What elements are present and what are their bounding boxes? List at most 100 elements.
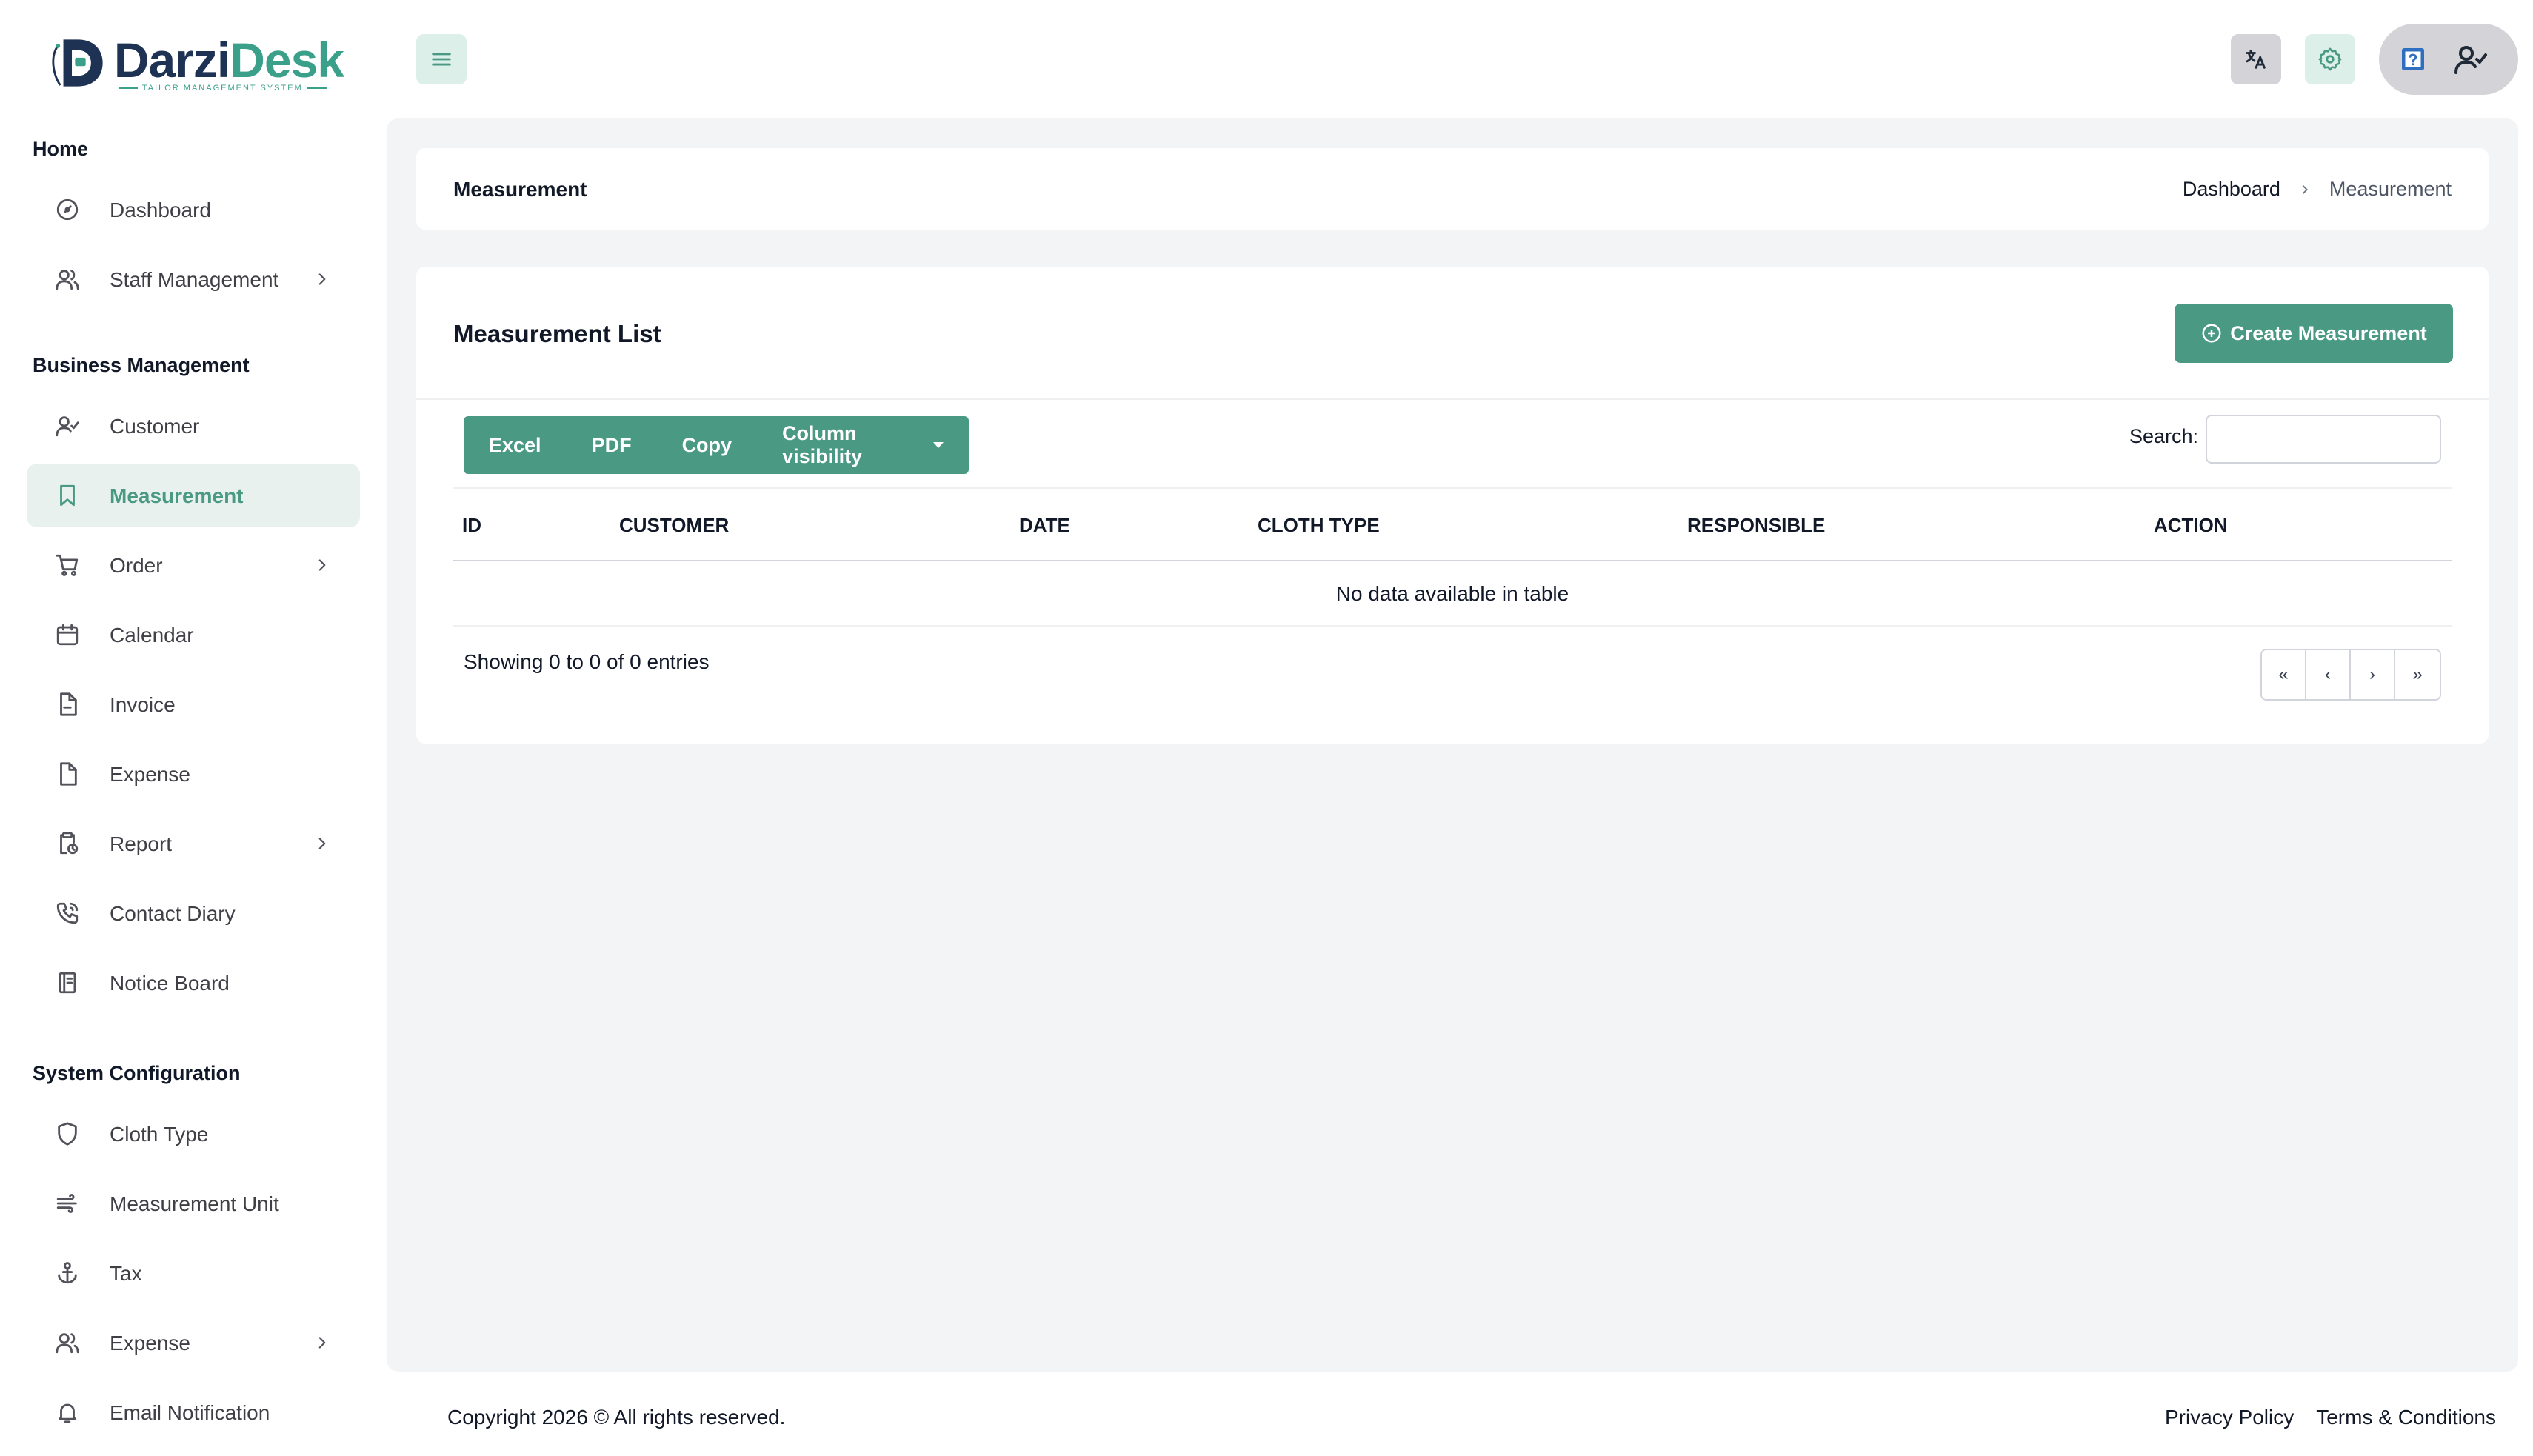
create-measurement-label: Create Measurement <box>2230 321 2427 344</box>
sidebar-item-label: Order <box>110 554 163 577</box>
search-input[interactable] <box>2206 415 2441 464</box>
copy-button[interactable]: Copy <box>657 416 758 474</box>
sidebar-item-label: Measurement Unit <box>110 1192 279 1215</box>
user-check-icon <box>56 416 79 437</box>
users-icon <box>56 270 79 290</box>
sidebar-item-label: Customer <box>110 415 200 438</box>
gear-icon <box>2318 47 2342 71</box>
users-icon <box>56 1333 79 1354</box>
bell-icon <box>58 1403 77 1423</box>
sidebar-item-invoice[interactable]: Invoice <box>27 672 360 736</box>
sidebar-item-expense-config[interactable]: Expense <box>27 1311 360 1375</box>
previous-page-button[interactable]: ‹ <box>2306 650 2351 699</box>
last-page-button[interactable]: » <box>2395 650 2440 699</box>
sidebar-item-label: Staff Management <box>110 268 279 291</box>
sidebar-item-cloth-type[interactable]: Cloth Type <box>27 1102 360 1166</box>
table-row: No data available in table <box>453 561 2452 627</box>
page-header-card: Measurement Dashboard Measurement <box>416 148 2489 230</box>
column-header-customer[interactable]: CUSTOMER <box>619 514 729 537</box>
next-page-button[interactable]: › <box>2351 650 2395 699</box>
page-title: Measurement <box>453 178 587 201</box>
sidebar-item-customer[interactable]: Customer <box>27 394 360 458</box>
translate-icon <box>2245 50 2266 69</box>
plus-circle-icon <box>2202 324 2221 343</box>
menu-toggle-button[interactable] <box>416 34 467 84</box>
sidebar-item-label: Notice Board <box>110 972 230 995</box>
notebook-icon <box>59 972 76 994</box>
sidebar-item-order[interactable]: Order <box>27 533 360 597</box>
chevron-right-icon <box>2302 184 2308 194</box>
chevron-right-icon <box>318 559 326 571</box>
sidebar-item-expense[interactable]: Expense <box>27 742 360 806</box>
sidebar-item-dashboard[interactable]: Dashboard <box>27 178 360 241</box>
sidebar-item-label: Report <box>110 832 173 855</box>
create-measurement-button[interactable]: Create Measurement <box>2175 304 2453 363</box>
column-header-cloth-type[interactable]: CLOTH TYPE <box>1258 514 1380 537</box>
measurement-table: ID CUSTOMER DATE CLOTH TYPE RESPONSIBLE … <box>453 487 2452 627</box>
column-visibility-label: Column visibility <box>782 422 863 467</box>
user-check-icon <box>2454 46 2487 74</box>
pdf-button[interactable]: PDF <box>567 416 657 474</box>
sidebar-item-label: Expense <box>110 1332 190 1355</box>
export-button-group: Excel PDF Copy Column visibility <box>464 416 969 474</box>
sidebar-item-measurement[interactable]: Measurement <box>27 464 360 527</box>
file-icon <box>60 762 77 786</box>
sidebar-item-label: Measurement <box>110 484 244 507</box>
wind-icon <box>56 1194 77 1213</box>
sidebar-item-label: Contact Diary <box>110 902 236 925</box>
main-content: Measurement Dashboard Measurement Measur… <box>387 118 2518 1372</box>
first-page-button[interactable]: « <box>2262 650 2306 699</box>
sidebar-item-notice-board[interactable]: Notice Board <box>27 951 360 1015</box>
sidebar-item-measurement-unit[interactable]: Measurement Unit <box>27 1172 360 1235</box>
sidebar-item-contact-diary[interactable]: Contact Diary <box>27 881 360 945</box>
list-title: Measurement List <box>453 320 661 347</box>
brand-logo[interactable]: DarziDesk TAILOR MANAGEMENT SYSTEM <box>47 22 344 104</box>
column-header-responsible[interactable]: RESPONSIBLE <box>1687 514 1825 537</box>
sidebar-item-label: Expense <box>110 763 190 786</box>
section-title-home: Home <box>33 138 89 160</box>
sidebar-item-label: Dashboard <box>110 198 211 221</box>
sidebar-item-staff-management[interactable]: Staff Management <box>27 247 360 311</box>
section-title-system: System Configuration <box>33 1062 241 1084</box>
column-header-action[interactable]: ACTION <box>2154 514 2228 537</box>
search-label: Search: <box>2129 425 2198 447</box>
breadcrumb-dashboard-link[interactable]: Dashboard <box>2183 178 2280 201</box>
bookmark-icon <box>60 484 75 507</box>
sidebar-item-label: Tax <box>110 1262 142 1285</box>
sidebar-item-calendar[interactable]: Calendar <box>27 603 360 667</box>
sidebar-item-label: Email Notification <box>110 1401 270 1424</box>
section-title-business: Business Management <box>33 354 250 376</box>
divider <box>416 398 2489 400</box>
sidebar-item-label: Cloth Type <box>110 1123 209 1146</box>
table-header: ID CUSTOMER DATE CLOTH TYPE RESPONSIBLE … <box>453 487 2452 561</box>
calendar-icon <box>56 624 79 646</box>
language-button[interactable] <box>2231 34 2281 84</box>
cart-icon <box>56 554 79 576</box>
help-icon[interactable] <box>2400 46 2426 73</box>
sidebar-item-label: Invoice <box>110 693 176 716</box>
brand-tagline: TAILOR MANAGEMENT SYSTEM <box>114 84 344 93</box>
gauge-icon <box>56 198 79 221</box>
chevron-right-icon <box>318 1337 326 1349</box>
anchor-icon <box>58 1262 77 1284</box>
breadcrumb: Dashboard Measurement <box>2183 178 2452 201</box>
hamburger-icon <box>432 53 451 66</box>
column-header-date[interactable]: DATE <box>1019 514 1070 537</box>
shield-icon <box>58 1122 77 1146</box>
copyright-text: Copyright 2026 © All rights reserved. <box>447 1406 786 1429</box>
column-visibility-button[interactable]: Column visibility <box>757 416 969 474</box>
column-header-id[interactable]: ID <box>462 514 481 537</box>
privacy-policy-link[interactable]: Privacy Policy <box>2165 1406 2294 1429</box>
pagination: « ‹ › » <box>2260 649 2441 701</box>
sidebar-item-report[interactable]: Report <box>27 812 360 875</box>
breadcrumb-current: Measurement <box>2329 178 2452 200</box>
sidebar: DarziDesk TAILOR MANAGEMENT SYSTEM Home … <box>0 0 379 1456</box>
sidebar-item-email-notification[interactable]: Email Notification <box>27 1380 360 1444</box>
clipboard-clock-icon <box>60 832 79 855</box>
sidebar-item-tax[interactable]: Tax <box>27 1241 360 1305</box>
terms-link[interactable]: Terms & Conditions <box>2316 1406 2496 1429</box>
chevron-right-icon <box>318 273 326 285</box>
user-menu[interactable] <box>2379 24 2518 95</box>
excel-button[interactable]: Excel <box>464 416 567 474</box>
settings-button[interactable] <box>2305 34 2355 84</box>
